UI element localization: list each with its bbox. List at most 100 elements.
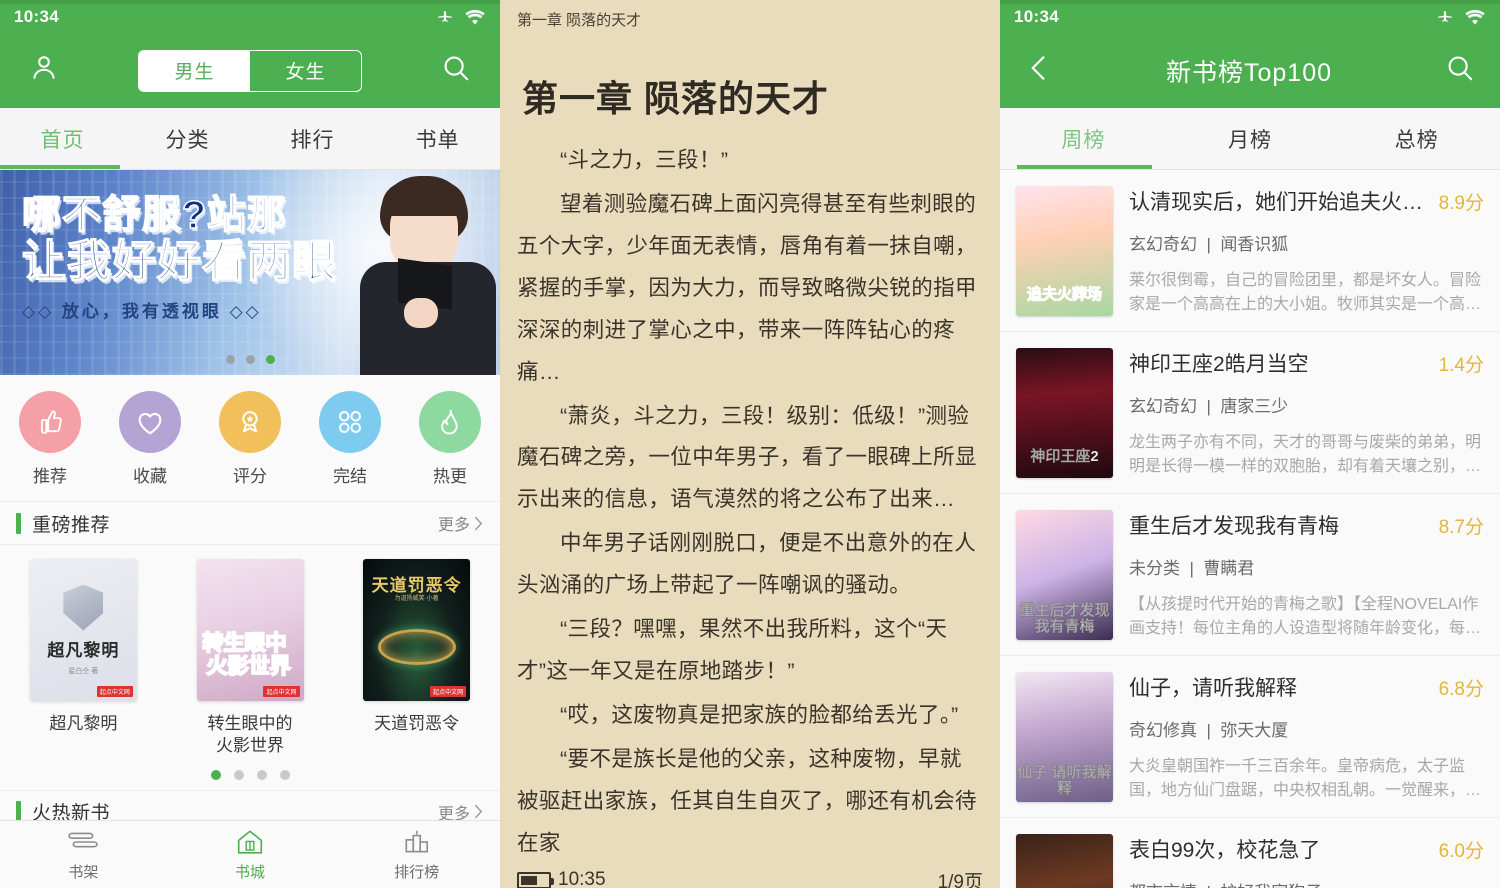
book-card[interactable]: 转生眼中 火影世界 起点中文网 转生眼中的 火影世界 (167, 559, 334, 758)
publisher-tag: 起点中文网 (96, 686, 133, 697)
tab-overall[interactable]: 总榜 (1333, 124, 1500, 154)
nav-item-ranking[interactable]: 排行榜 (333, 821, 500, 888)
book-meta: 玄幻奇幻 | 唐家三少 (1129, 397, 1289, 416)
book-score: 8.7分 (1438, 517, 1484, 538)
nav-label: 排行榜 (394, 863, 440, 881)
book-cover[interactable]: 追夫火葬场 (1016, 186, 1113, 316)
cover-title-line1: 转生眼中 (202, 631, 288, 655)
screen-ranking: 10:34 新书榜Top100 周榜 月榜 总榜 追夫火葬场 认清现实后，她们开… (1000, 0, 1500, 888)
book-description: 莱尔很倒霉，自己的冒险团里，都是坏女人。冒险家是一个高高在上的大小姐。牧师其实是… (1129, 272, 1482, 313)
book-cover[interactable]: 表白99次 校花急了 (1016, 834, 1113, 888)
status-time: 10:34 (14, 6, 59, 26)
book-cover[interactable]: 转生眼中 火影世界 起点中文网 (196, 559, 304, 701)
quick-entry-row: 推荐 收藏 评分 完结 热更 (0, 375, 500, 501)
status-time: 10:34 (1014, 6, 1059, 26)
book-cover[interactable]: 仙子 请听我解释 (1016, 672, 1113, 802)
pager-dot-active[interactable] (210, 769, 221, 780)
quick-entry-label: 完结 (333, 467, 367, 486)
pager-dot[interactable] (256, 769, 267, 780)
nav-item-bookstore[interactable]: 书城 (167, 821, 334, 888)
quick-entry-recommend[interactable]: 推荐 (0, 391, 100, 487)
section-more-link[interactable]: 更多 (438, 511, 484, 535)
book-title: 表白99次，校花急了 (1129, 839, 1321, 862)
quick-entry-completed[interactable]: 完结 (300, 391, 400, 487)
tab-weekly[interactable]: 周榜 (1000, 124, 1167, 154)
search-icon[interactable] (1444, 52, 1476, 89)
quick-entry-score[interactable]: 评分 (200, 391, 300, 487)
book-title: 神印王座2皓月当空 (1129, 353, 1309, 376)
reader-clock: 10:35 (558, 869, 606, 888)
chevron-right-icon (474, 516, 483, 530)
book-title: 重生后才发现我有青梅 (1129, 515, 1339, 538)
quick-entry-label: 收藏 (133, 467, 167, 486)
tab-home[interactable]: 首页 (0, 124, 125, 154)
paragraph: “萧炎，斗之力，三段！级别：低级！”测验魔石碑之旁，一位中年男子，看了一眼碑上所… (517, 403, 977, 512)
book-title: 天道罚恶令 (374, 714, 460, 733)
reader-running-head: 第一章 陨落的天才 (517, 12, 642, 29)
home-icon (237, 829, 263, 854)
book-list-item[interactable]: 重生后才发现我有青梅 重生后才发现我有青梅 8.7分 未分类 | 曹瞒君 【从孩… (1000, 494, 1500, 656)
book-card[interactable]: 超凡黎明 星白仝 著 起点中文网 超凡黎明 (0, 559, 167, 758)
book-cover[interactable]: 超凡黎明 星白仝 著 起点中文网 (29, 559, 137, 701)
banner-pager-dots[interactable] (0, 355, 500, 364)
quick-entry-label: 推荐 (33, 467, 67, 486)
book-description: 大炎皇朝国祚一千三百余年。皇帝病危，太子监国，地方仙门盘踞，中央权相乱朝。一觉醒… (1129, 758, 1466, 799)
featured-pager-dots[interactable] (0, 757, 500, 790)
banner-character-illustration (346, 170, 500, 375)
book-list-item[interactable]: 表白99次 校花急了 表白99次，校花急了 6.0分 都市言情 | 护好我家狗子… (1000, 818, 1500, 888)
gender-segmented-control[interactable]: 男生 女生 (138, 49, 362, 92)
book-meta: 奇幻修真 | 弥天大厦 (1129, 721, 1289, 740)
page-title: 新书榜Top100 (1165, 58, 1333, 87)
banner-line-2: 让我好好看两眼 (21, 236, 337, 286)
segment-male[interactable]: 男生 (139, 50, 250, 91)
back-button[interactable] (1024, 53, 1054, 88)
bottom-navigation-bar[interactable]: 书架 书城 排行榜 (0, 820, 500, 888)
nav-label: 书架 (68, 863, 99, 881)
book-cover[interactable]: 神印王座2 (1016, 348, 1113, 478)
tab-monthly[interactable]: 月榜 (1167, 124, 1334, 154)
chapter-body[interactable]: “斗之力，三段！” 望着测验魔石碑上面闪亮得甚至有些刺眼的五个大字，少年面无表情… (500, 122, 1000, 867)
book-score: 1.4分 (1438, 355, 1484, 376)
search-icon[interactable] (440, 52, 472, 89)
promo-banner[interactable]: 哪不舒服?站那 让我好好看两眼 ◇◇ 放心，我有透视眼 ◇◇ (0, 170, 500, 375)
book-author: 曹瞒君 (1203, 559, 1255, 578)
store-tab-bar[interactable]: 首页 分类 排行 书单 (0, 108, 500, 170)
book-meta: 都市言情 | 护好我家狗子 (1129, 878, 1484, 888)
clover-icon (319, 391, 381, 453)
book-cover[interactable]: 重生后才发现我有青梅 (1016, 510, 1113, 640)
pager-dot[interactable] (233, 769, 244, 780)
battery-icon (517, 871, 554, 888)
banner-dot[interactable] (245, 355, 255, 364)
tab-booklist[interactable]: 书单 (375, 124, 500, 154)
cover-author: 星白仝 著 (68, 667, 99, 675)
featured-books-row: 超凡黎明 星白仝 著 起点中文网 超凡黎明 转生眼中 火影世界 起点中文网 转生… (0, 545, 500, 758)
banner-dot[interactable] (225, 355, 235, 364)
book-category: 都市言情 (1129, 883, 1197, 888)
bookshelf-icon (68, 832, 99, 848)
screen-bookstore-home: 10:34 男生 女生 首页 分类 排行 书单 哪不舒服?站那 让我好好看两眼 … (0, 0, 500, 888)
nav-item-bookshelf[interactable]: 书架 (0, 821, 167, 888)
book-title: 超凡黎明 (49, 714, 118, 733)
segment-female[interactable]: 女生 (250, 51, 361, 91)
tab-category[interactable]: 分类 (125, 124, 250, 154)
book-list-item[interactable]: 仙子 请听我解释 仙子，请听我解释 6.8分 奇幻修真 | 弥天大厦 大炎皇朝国… (1000, 656, 1500, 818)
book-meta: 未分类 | 曹瞒君 (1129, 559, 1255, 578)
ranking-tab-bar[interactable]: 周榜 月榜 总榜 (1000, 108, 1500, 170)
book-description: 【从孩提时代开始的青梅之歌】【全程NOVELAI作画支持！每位主角的人设造型将随… (1129, 596, 1482, 637)
quick-entry-hot-updates[interactable]: 热更 (400, 391, 500, 487)
pager-dot[interactable] (279, 769, 290, 780)
banner-dot-active[interactable] (265, 355, 275, 364)
book-card[interactable]: 天道罚恶令 为道扬威笑·小著 起点中文网 天道罚恶令 (333, 559, 500, 758)
banner-line-3: ◇◇ 放心，我有透视眼 ◇◇ (22, 302, 262, 322)
ranking-list: 追夫火葬场 认清现实后，她们开始追夫火葬… 8.9分 玄幻奇幻 | 闻香识狐 莱… (1000, 170, 1500, 888)
book-list-item[interactable]: 追夫火葬场 认清现实后，她们开始追夫火葬… 8.9分 玄幻奇幻 | 闻香识狐 莱… (1000, 170, 1500, 332)
book-list-item[interactable]: 神印王座2 神印王座2皓月当空 1.4分 玄幻奇幻 | 唐家三少 龙生两子亦有不… (1000, 332, 1500, 494)
tab-ranking[interactable]: 排行 (250, 124, 375, 154)
quick-entry-favorites[interactable]: 收藏 (100, 391, 200, 487)
book-cover[interactable]: 天道罚恶令 为道扬威笑·小著 起点中文网 (363, 559, 471, 701)
tab-active-indicator (0, 165, 120, 169)
cover-band-text: 仙子 请听我解释 (1017, 764, 1112, 797)
status-bar: 10:34 (0, 0, 500, 33)
profile-icon[interactable] (28, 52, 60, 89)
flame-icon (419, 391, 481, 453)
